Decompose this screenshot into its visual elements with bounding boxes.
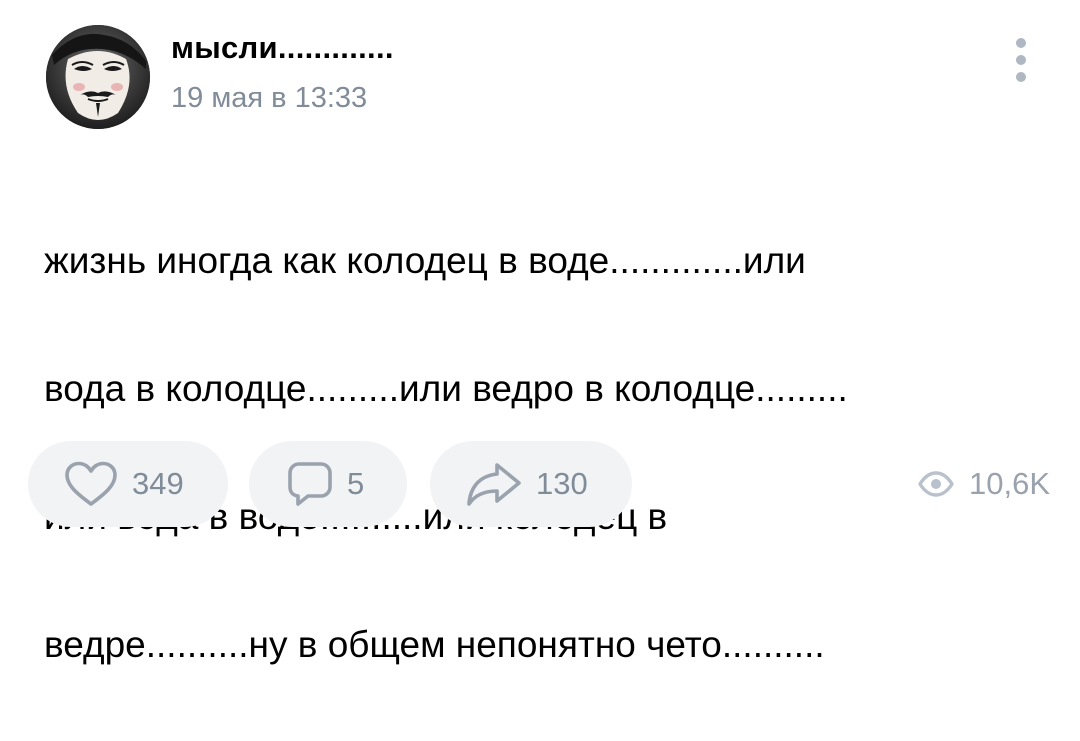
eye-icon <box>918 471 954 497</box>
more-options-button[interactable] <box>1004 36 1038 84</box>
post-date[interactable]: 19 мая в 13:33 <box>171 82 367 115</box>
comment-button[interactable]: 5 <box>249 441 407 527</box>
share-count: 130 <box>536 466 588 501</box>
guy-fawkes-mask-icon <box>46 25 150 129</box>
like-count: 349 <box>132 466 184 501</box>
comment-icon <box>288 462 332 506</box>
views-counter: 10,6K <box>917 462 1050 506</box>
share-arrow-icon <box>467 463 521 506</box>
author-avatar[interactable] <box>46 25 150 129</box>
more-vertical-icon-dot <box>1016 38 1026 48</box>
like-button[interactable]: 349 <box>28 441 228 527</box>
post-text-line: ведре..........ну в общем непонятно чето… <box>44 624 825 665</box>
post-card: мысли............. 19 мая в 13:33 жизнь … <box>0 0 1080 665</box>
views-count: 10,6K <box>968 466 1050 501</box>
comment-count: 5 <box>347 466 365 501</box>
author-name[interactable]: мысли............. <box>171 30 394 66</box>
heart-icon <box>65 461 117 506</box>
post-text-line: вода в колодце.........или ведро в колод… <box>44 368 848 409</box>
more-vertical-icon-dot <box>1016 72 1026 82</box>
post-text-line: жизнь иногда как колодец в воде.........… <box>44 240 806 281</box>
share-button[interactable]: 130 <box>430 441 632 527</box>
more-vertical-icon-dot <box>1016 55 1026 65</box>
